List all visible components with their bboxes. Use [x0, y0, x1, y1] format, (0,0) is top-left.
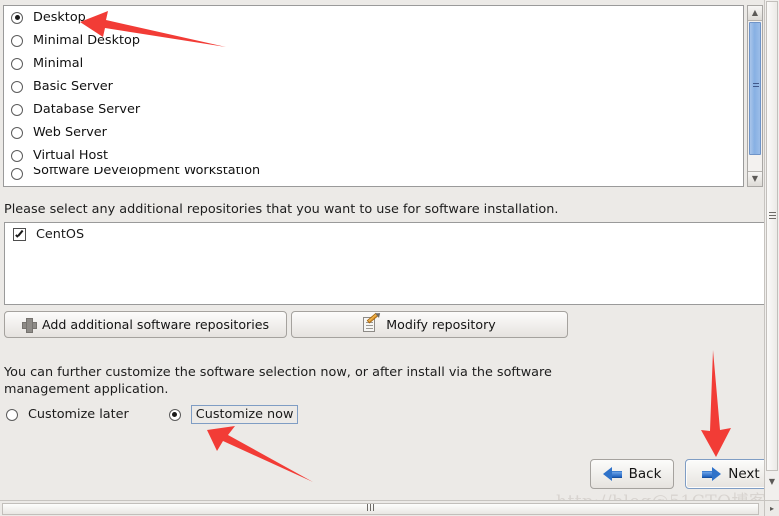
list-item-label: Desktop	[33, 10, 86, 25]
scroll-up-button[interactable]: ▲	[748, 6, 762, 21]
arrow-right-icon	[702, 466, 722, 482]
customize-description: You can further customize the software s…	[4, 365, 552, 397]
scroll-down-button[interactable]: ▼	[766, 475, 778, 489]
window-horizontal-scrollbar[interactable]	[0, 500, 764, 516]
scrollbar-corner: ▸	[764, 500, 779, 516]
list-item[interactable]: Virtual Host	[4, 144, 743, 167]
list-item-label: Software Development Workstation	[33, 167, 261, 178]
software-group-list[interactable]: Desktop Minimal Desktop Minimal Basic Se…	[3, 5, 744, 187]
list-item-label: Basic Server	[33, 79, 113, 94]
list-item[interactable]: Basic Server	[4, 75, 743, 98]
list-item-label: Minimal Desktop	[33, 33, 140, 48]
check-icon	[15, 230, 24, 239]
group-list-scrollbar[interactable]: ▲ ▼	[747, 5, 763, 187]
customize-now-option[interactable]: Customize now	[168, 405, 299, 424]
plus-icon	[21, 318, 37, 333]
back-label: Back	[628, 466, 662, 482]
scrollbar-grip-icon	[769, 212, 776, 221]
list-item[interactable]: CentOS	[5, 223, 764, 245]
add-repositories-button[interactable]: Add additional software repositories	[4, 311, 287, 338]
chevron-down-icon: ▼	[768, 477, 776, 486]
list-item[interactable]: Minimal	[4, 52, 743, 75]
repository-buttons: Add additional software repositories	[4, 311, 287, 338]
window-vertical-scrollbar[interactable]: ▼	[764, 0, 779, 500]
checkbox-centos[interactable]	[13, 227, 26, 241]
repository-list[interactable]: CentOS	[4, 222, 765, 305]
modify-repository-button[interactable]: Modify repository	[291, 311, 568, 338]
radio-software-development-workstation[interactable]	[11, 168, 23, 180]
scrollbar-grip-icon	[367, 504, 376, 511]
scrollbar-thumb[interactable]	[2, 503, 759, 515]
repositories-instruction: Please select any additional repositorie…	[4, 202, 559, 217]
list-item[interactable]: Minimal Desktop	[4, 29, 743, 52]
list-item[interactable]: Web Server	[4, 121, 743, 144]
list-item-label: Virtual Host	[33, 148, 109, 163]
add-repositories-label: Add additional software repositories	[41, 317, 270, 332]
chevron-down-icon: ▼	[751, 174, 759, 183]
installer-screen: Desktop Minimal Desktop Minimal Basic Se…	[0, 0, 779, 516]
radio-virtual-host[interactable]	[11, 149, 23, 162]
radio-basic-server[interactable]	[11, 80, 23, 93]
arrow-left-icon	[602, 466, 622, 482]
radio-customize-later[interactable]	[6, 408, 18, 421]
list-item[interactable]: Software Development Workstation	[4, 167, 743, 181]
customize-later-option[interactable]: Customize later	[6, 407, 129, 422]
next-label: Next	[728, 466, 760, 482]
radio-minimal-desktop[interactable]	[11, 34, 23, 47]
document-pencil-icon	[363, 312, 379, 333]
customize-later-label: Customize later	[28, 407, 129, 422]
back-button[interactable]: Back	[590, 459, 674, 489]
radio-web-server[interactable]	[11, 126, 23, 139]
scrollbar-thumb[interactable]	[749, 22, 761, 155]
list-item-label: Database Server	[33, 102, 141, 117]
list-item-label: CentOS	[36, 226, 85, 242]
radio-customize-now[interactable]	[168, 408, 181, 421]
radio-desktop[interactable]	[11, 11, 23, 24]
radio-database-server[interactable]	[11, 103, 23, 116]
cursor-arrow-icon: ▸	[769, 503, 774, 513]
list-item-label: Minimal	[33, 56, 84, 71]
radio-minimal[interactable]	[11, 57, 23, 70]
arrow-to-next	[701, 350, 731, 457]
arrow-to-customize-now	[207, 426, 313, 482]
modify-repository-label: Modify repository	[386, 317, 496, 332]
list-item[interactable]: Database Server	[4, 98, 743, 121]
scrollbar-thumb[interactable]	[766, 1, 778, 471]
scroll-down-button[interactable]: ▼	[748, 171, 762, 186]
customize-options: Customize later Customize now	[6, 405, 338, 424]
scrollbar-grip-icon	[753, 83, 759, 90]
list-item[interactable]: Desktop	[4, 6, 743, 29]
chevron-up-icon: ▲	[751, 8, 759, 17]
customize-now-label: Customize now	[190, 405, 299, 424]
list-item-label: Web Server	[33, 125, 107, 140]
